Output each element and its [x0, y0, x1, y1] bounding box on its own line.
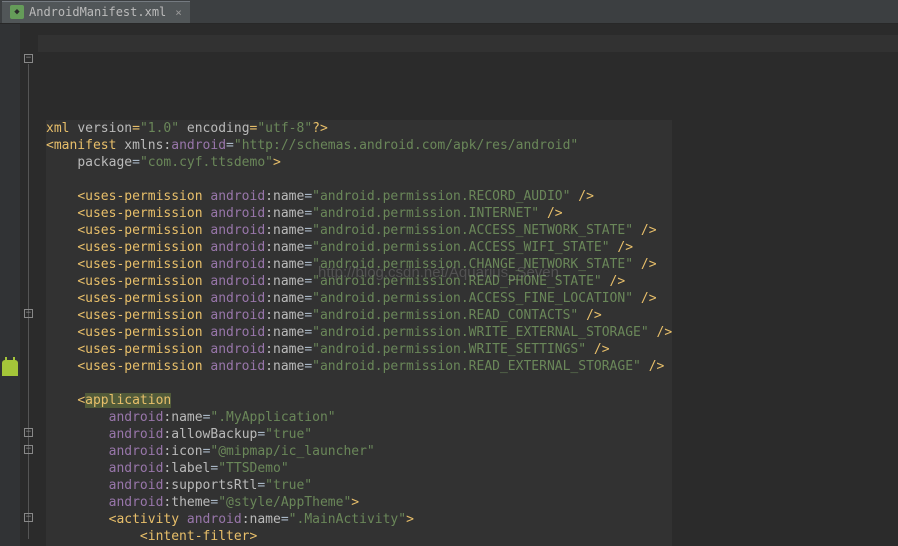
fold-marker-icon[interactable]: − [24, 513, 33, 522]
fold-marker-icon[interactable]: − [24, 309, 33, 318]
current-line-highlight [38, 35, 898, 52]
android-icon[interactable] [2, 360, 18, 376]
fold-line [28, 64, 29, 539]
tab-filename: AndroidManifest.xml [29, 5, 166, 19]
fold-marker-icon[interactable]: − [24, 54, 33, 63]
code-editor[interactable]: http://blog.csdn.net/Aquarius_Seven xml … [38, 24, 898, 546]
fold-marker-icon[interactable]: − [24, 428, 33, 437]
fold-marker-icon[interactable]: − [24, 445, 33, 454]
editor-area: − − − − − http://blog.csdn.net/Aquarius_… [0, 24, 898, 546]
tab-bar: ◆ AndroidManifest.xml × [0, 0, 898, 24]
xml-file-icon: ◆ [10, 5, 24, 19]
fold-gutter: − − − − − [20, 24, 38, 546]
gutter-decorations [0, 24, 20, 546]
file-tab[interactable]: ◆ AndroidManifest.xml × [2, 1, 190, 23]
code-lines: xml version="1.0" encoding="utf-8"?> <ma… [46, 120, 898, 546]
close-icon[interactable]: × [175, 6, 182, 19]
